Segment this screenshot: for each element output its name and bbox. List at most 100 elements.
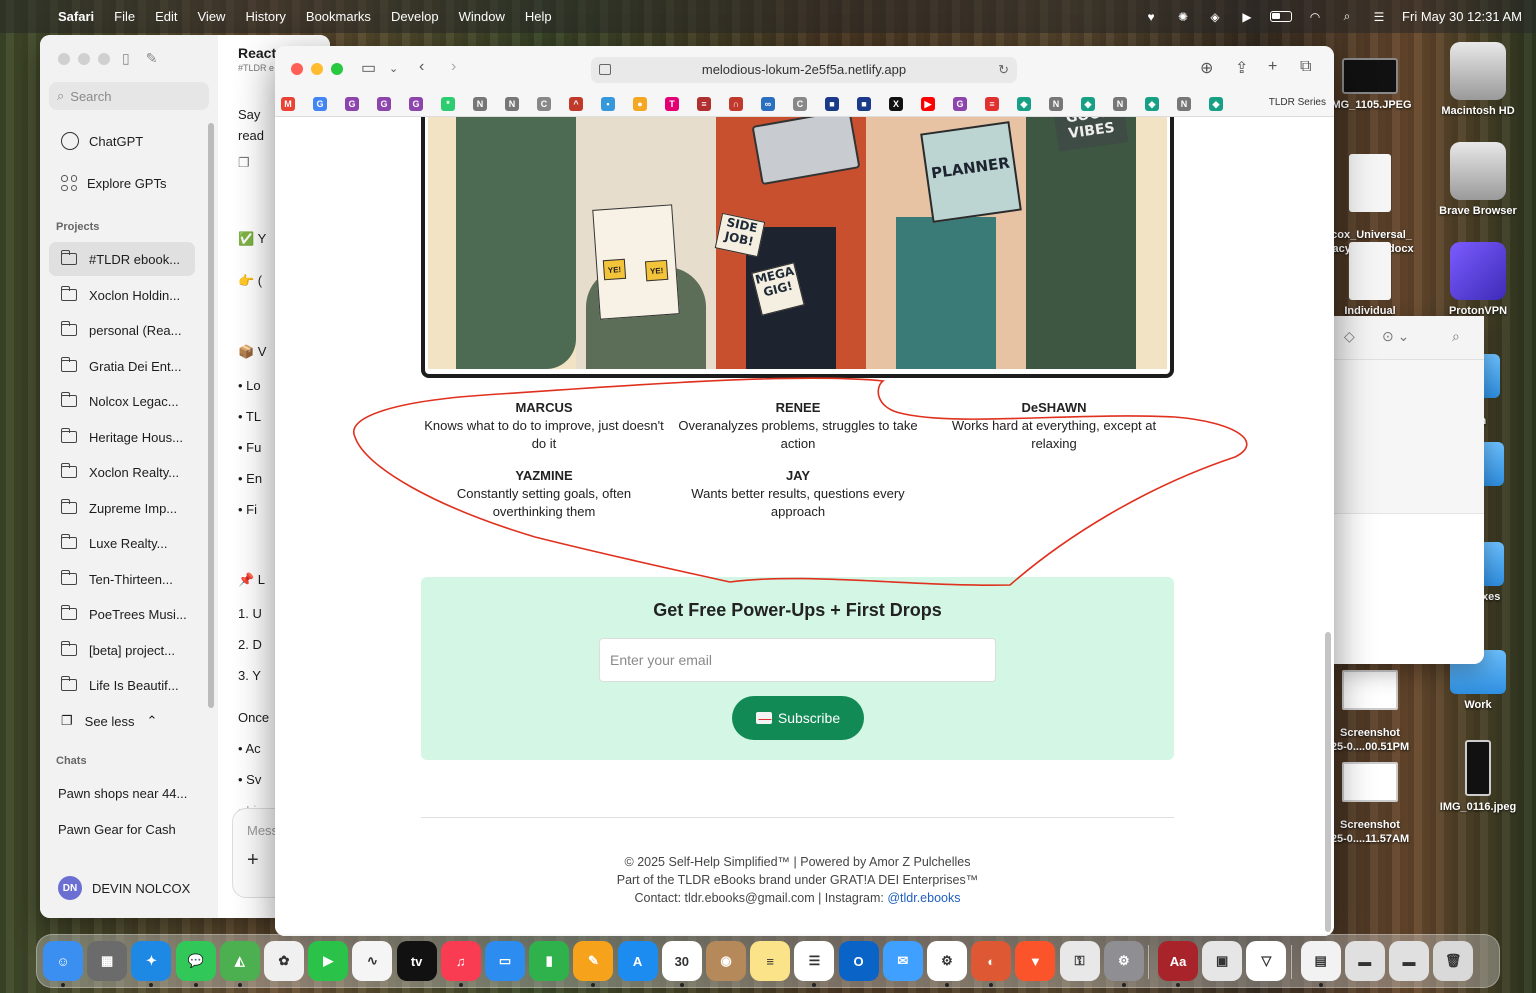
see-less-button[interactable]: ❐ See less ⌃	[49, 704, 195, 738]
window-stack-2-dock-icon[interactable]: ▬	[1389, 941, 1429, 981]
outlook-dock-icon[interactable]: O	[838, 941, 879, 981]
keynote-dock-icon[interactable]: ▭	[485, 941, 525, 981]
favorite-bookmark-icon[interactable]: C	[793, 97, 807, 111]
zoom-button[interactable]	[331, 63, 343, 75]
new-chat-icon[interactable]: ✎	[146, 50, 158, 67]
window-stack-dock-icon[interactable]: ▬	[1344, 941, 1385, 981]
instagram-link[interactable]: @tldr.ebooks	[887, 891, 960, 905]
dictionary-dock-icon[interactable]: Aa	[1158, 941, 1198, 981]
chat-item[interactable]: Pawn shops near 44...	[58, 786, 187, 801]
preview-dock-icon[interactable]: ▣	[1202, 941, 1243, 981]
calendar-dock-icon[interactable]: 30	[661, 941, 702, 981]
favorite-bookmark-icon[interactable]: N	[473, 97, 487, 111]
downloads-icon[interactable]: ⊕	[1200, 58, 1213, 78]
menu-edit[interactable]: Edit	[145, 9, 187, 24]
battery-icon[interactable]	[1270, 11, 1293, 22]
messages-dock-icon[interactable]: 💬	[175, 941, 216, 981]
play-icon[interactable]: ▶	[1238, 10, 1256, 24]
sidebar-search[interactable]: ⌕ Search	[49, 82, 209, 110]
favorite-bookmark-icon[interactable]: ∞	[761, 97, 775, 111]
project-item[interactable]: Xoclon Holdin...	[49, 278, 195, 312]
page-settings-icon[interactable]	[599, 64, 611, 75]
menu-file[interactable]: File	[104, 9, 145, 24]
favorite-bookmark-icon[interactable]: M	[281, 97, 295, 111]
layers-icon[interactable]: ◈	[1206, 10, 1224, 24]
menu-history[interactable]: History	[235, 9, 295, 24]
reload-icon[interactable]: ↻	[998, 57, 1009, 83]
tab-overview-icon[interactable]: ⧉	[1300, 58, 1311, 76]
finder-dock-icon[interactable]: ☺	[43, 941, 83, 981]
desktop-icon-macintosh-hd[interactable]: Macintosh HD	[1433, 42, 1523, 118]
attach-plus-icon[interactable]: +	[247, 849, 259, 872]
project-item[interactable]: Gratia Dei Ent...	[49, 349, 195, 383]
email-input[interactable]: Enter your email	[599, 638, 996, 682]
copy-icon[interactable]: ❐	[238, 155, 250, 171]
search-icon[interactable]: ⌕	[1452, 328, 1460, 345]
favorite-bookmark-icon[interactable]: ∩	[729, 97, 743, 111]
reminders-dock-icon[interactable]: ☰	[794, 941, 835, 981]
spotlight-search-icon[interactable]: ⌕	[1338, 9, 1356, 24]
user-profile[interactable]: DN DEVIN NOLCOX	[58, 876, 190, 900]
menubar-clock[interactable]: Fri May 30 12:31 AM	[1402, 9, 1522, 24]
wifi-icon[interactable]: ◠	[1306, 10, 1324, 24]
project-item[interactable]: #TLDR ebook...	[49, 242, 195, 276]
menu-bookmarks[interactable]: Bookmarks	[296, 9, 381, 24]
project-item[interactable]: Xoclon Realty...	[49, 455, 195, 489]
favorite-bookmark-icon[interactable]: T	[665, 97, 679, 111]
nav-chatgpt[interactable]: ChatGPT	[49, 124, 209, 158]
favorite-bookmark-icon[interactable]: X	[889, 97, 903, 111]
desktop-icon-brave-browser[interactable]: Brave Browser	[1433, 142, 1523, 218]
brave-dock-icon[interactable]: ▼	[1015, 941, 1056, 981]
favorite-bookmark-icon[interactable]: ◆	[1017, 97, 1031, 111]
menu-help[interactable]: Help	[515, 9, 562, 24]
contacts-dock-icon[interactable]: ◉	[706, 941, 746, 981]
desktop-icon-screenshot-2[interactable]: Screenshot 25-0....11.57AM	[1325, 740, 1415, 858]
favorite-bookmark-icon[interactable]: ≡	[697, 97, 711, 111]
new-tab-icon[interactable]: +	[1268, 58, 1277, 76]
favorite-bookmark-icon[interactable]: G	[409, 97, 423, 111]
desktop-icon-img-0116[interactable]: IMG_0116.jpeg	[1433, 740, 1523, 814]
favorite-bookmark-icon[interactable]: ■	[857, 97, 871, 111]
numbers-dock-icon[interactable]: ▮	[529, 941, 570, 981]
forward-button[interactable]: ›	[451, 58, 456, 76]
music-dock-icon[interactable]: ♫	[440, 941, 481, 981]
favorites-folder-tldr-series[interactable]: TLDR Series	[1269, 97, 1326, 108]
maps-dock-icon[interactable]: ◭	[219, 941, 260, 981]
back-button[interactable]: ‹	[419, 58, 424, 76]
favorite-bookmark-icon[interactable]: N	[1049, 97, 1063, 111]
favorite-bookmark-icon[interactable]: G	[345, 97, 359, 111]
keychain-dock-icon[interactable]: ⚿	[1059, 941, 1100, 981]
chevron-down-icon[interactable]: ⌄	[389, 62, 398, 75]
pages-dock-icon[interactable]: ✎	[573, 941, 614, 981]
desktop-icon-img-1105[interactable]: IMG_1105.JPEG	[1325, 44, 1415, 112]
favorite-bookmark-icon[interactable]: ●	[633, 97, 647, 111]
notes-dock-icon[interactable]: ≡	[750, 941, 791, 981]
chatgpt-dock-icon[interactable]: ⚙	[927, 941, 967, 981]
chat-item[interactable]: Pawn Gear for Cash	[58, 822, 176, 837]
nav-explore-gpts[interactable]: Explore GPTs	[49, 166, 209, 200]
project-item[interactable]: personal (Rea...	[49, 313, 195, 347]
minimize-button[interactable]	[78, 53, 90, 65]
share-icon[interactable]: ⇪	[1235, 58, 1248, 78]
tag-icon[interactable]: ◇	[1344, 328, 1355, 345]
close-button[interactable]	[291, 63, 303, 75]
page-scrollbar[interactable]	[1325, 632, 1331, 932]
favorite-bookmark-icon[interactable]: N	[505, 97, 519, 111]
minimize-button[interactable]	[311, 63, 323, 75]
favorite-bookmark-icon[interactable]: G	[377, 97, 391, 111]
project-item[interactable]: Luxe Realty...	[49, 526, 195, 560]
sidebar-toggle-icon[interactable]: ▯	[122, 50, 130, 67]
favorite-bookmark-icon[interactable]: C	[537, 97, 551, 111]
subscribe-button[interactable]: Subscribe	[732, 696, 864, 740]
favorite-bookmark-icon[interactable]: G	[313, 97, 327, 111]
project-item[interactable]: Zupreme Imp...	[49, 491, 195, 525]
zoom-button[interactable]	[98, 53, 110, 65]
sidebar-scrollbar[interactable]	[208, 123, 214, 708]
duckduckgo-dock-icon[interactable]: ◐	[971, 941, 1012, 981]
favorite-bookmark-icon[interactable]: N	[1113, 97, 1127, 111]
sidebar-toggle-icon[interactable]: ▭	[361, 58, 376, 78]
favorite-bookmark-icon[interactable]: ◆	[1081, 97, 1095, 111]
protonvpn-dock-icon[interactable]: ▽	[1246, 941, 1287, 981]
favorite-bookmark-icon[interactable]: ◆	[1145, 97, 1159, 111]
more-options-icon[interactable]: ⊙ ⌄	[1382, 328, 1409, 345]
